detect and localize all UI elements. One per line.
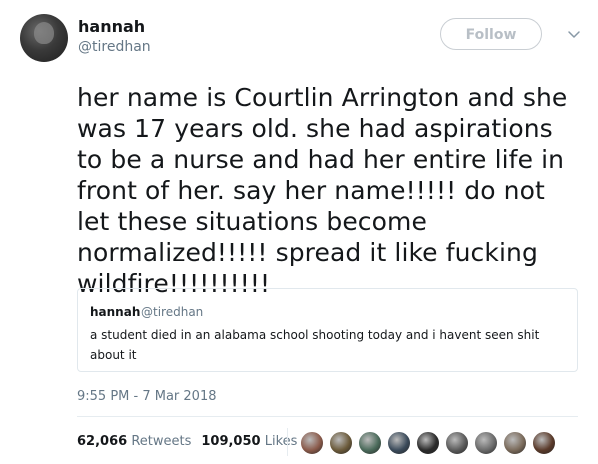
divider bbox=[77, 416, 578, 417]
quoted-tweet-text: a student died in an alabama school shoo… bbox=[90, 328, 540, 362]
liker-avatar-1[interactable] bbox=[300, 431, 324, 455]
follow-button[interactable]: Follow bbox=[440, 18, 542, 50]
tweet-timestamp[interactable]: 9:55 PM - 7 Mar 2018 bbox=[77, 389, 216, 404]
tweet-text: her name is Courtlin Arrington and she w… bbox=[77, 83, 568, 298]
likes-stat[interactable]: 109,050 Likes bbox=[201, 434, 297, 449]
liker-avatar-4[interactable] bbox=[387, 431, 411, 455]
liker-avatar-5[interactable] bbox=[416, 431, 440, 455]
liker-avatar-7[interactable] bbox=[474, 431, 498, 455]
author-avatar[interactable] bbox=[20, 14, 68, 62]
tweet-header: hannah @tiredhan Follow bbox=[20, 12, 580, 64]
retweets-stat[interactable]: 62,066 Retweets bbox=[77, 434, 191, 449]
quoted-author-name: hannah bbox=[90, 305, 141, 319]
retweets-count: 62,066 bbox=[77, 434, 128, 449]
retweets-label: Retweets bbox=[131, 434, 192, 449]
likes-count: 109,050 bbox=[201, 434, 261, 449]
liker-avatar-8[interactable] bbox=[503, 431, 527, 455]
chevron-down-icon[interactable] bbox=[566, 26, 582, 42]
author-handle[interactable]: @tiredhan bbox=[78, 39, 151, 55]
liker-avatar-9[interactable] bbox=[532, 431, 556, 455]
quoted-author-handle: @tiredhan bbox=[141, 305, 204, 319]
liker-avatar-6[interactable] bbox=[445, 431, 469, 455]
liker-avatar-3[interactable] bbox=[358, 431, 382, 455]
liker-avatar-2[interactable] bbox=[329, 431, 353, 455]
likes-label: Likes bbox=[264, 434, 298, 449]
quoted-tweet[interactable]: hannah @tiredhan a student died in an al… bbox=[77, 288, 578, 372]
tweet-stats: 62,066 Retweets 109,050 Likes bbox=[77, 434, 297, 449]
stats-divider bbox=[287, 428, 288, 456]
author-name[interactable]: hannah bbox=[78, 17, 145, 36]
